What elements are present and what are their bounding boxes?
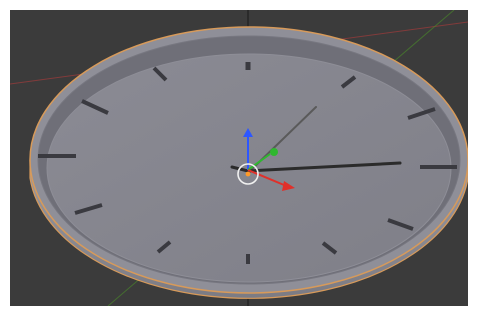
3d-viewport[interactable] — [10, 10, 468, 306]
viewport-scene[interactable] — [10, 10, 468, 306]
pivot-point-icon — [245, 171, 251, 177]
gizmo-y-axis-handle-icon[interactable] — [270, 148, 278, 156]
